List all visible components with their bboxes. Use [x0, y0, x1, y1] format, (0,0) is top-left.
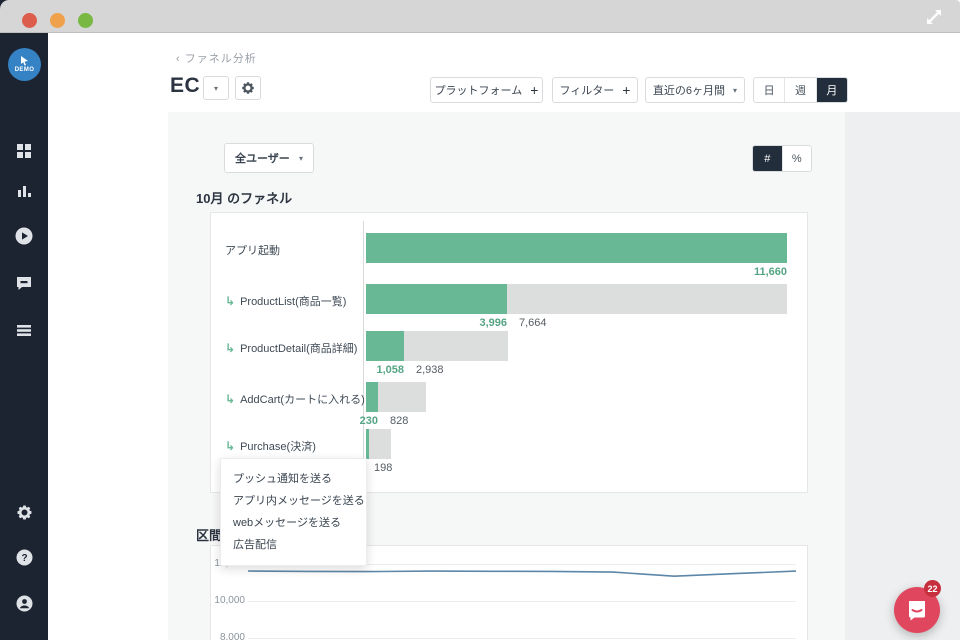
funnel-chart-card: アプリ起動 11,660 ↳ ProductList(商品一覧) 3,996 7,664 ↳… — [210, 212, 808, 493]
funnel-values: 1,058 2,938 — [366, 364, 787, 378]
unit-toggle: #% — [752, 145, 812, 172]
period-segmented-control: 日週月 — [753, 77, 848, 103]
workspace-logo[interactable]: DEMO — [8, 48, 41, 81]
list-icon[interactable] — [0, 313, 48, 347]
page-title: EC — [170, 74, 200, 98]
funnel-value-total: 828 — [390, 415, 408, 427]
funnel-title: 10月 のファネル — [196, 188, 292, 207]
titlebar — [0, 0, 960, 33]
funnel-bar-reached[interactable] — [366, 382, 378, 412]
funnel-bar-reached[interactable] — [366, 284, 507, 314]
funnel-stage-name: Purchase(決済) — [240, 441, 316, 453]
minimize-button[interactable] — [50, 13, 65, 28]
svg-text:?: ? — [21, 553, 27, 564]
section2-title: 区間 — [196, 525, 222, 544]
funnel-stage-label[interactable]: アプリ起動 — [225, 242, 280, 258]
funnel-stage-label[interactable]: ↳ ProductDetail(商品詳細) — [225, 340, 357, 356]
gear-icon[interactable] — [0, 495, 48, 529]
funnel-values: 11,660 — [366, 266, 787, 280]
funnel-stage-name: ProductList(商品一覧) — [240, 296, 346, 308]
chevron-down-icon: ▾ — [299, 154, 303, 163]
play-icon[interactable] — [0, 219, 48, 253]
period-tab-週[interactable]: 週 — [784, 78, 815, 102]
branch-arrow-icon: ↳ — [225, 341, 235, 355]
date-range-button[interactable]: 直近の6ヶ月間 ▾ — [645, 77, 745, 103]
funnel-bar-track — [366, 429, 391, 459]
right-gutter — [845, 112, 960, 640]
period-tab-日[interactable]: 日 — [754, 78, 784, 102]
date-range-label: 直近の6ヶ月間 — [653, 82, 725, 98]
chevron-down-icon: ▾ — [733, 86, 737, 95]
chat-bubble-icon — [906, 599, 928, 621]
chat-icon[interactable] — [0, 266, 48, 300]
filter-button-label: フィルター — [560, 82, 615, 98]
funnel-value-reached: 3,996 — [479, 317, 507, 329]
funnel-values: 198 — [366, 462, 787, 476]
trend-line — [248, 571, 796, 576]
context-menu-item[interactable]: webメッセージを送る — [233, 512, 354, 534]
sidebar: DEMO — [0, 33, 48, 640]
context-menu-item[interactable]: プッシュ通知を送る — [233, 468, 354, 490]
platform-button[interactable]: プラットフォーム + — [430, 77, 543, 103]
help-icon[interactable]: ? — [0, 540, 48, 574]
funnel-values: 230828 — [366, 415, 787, 429]
unit-toggle-count[interactable]: # — [753, 146, 782, 171]
funnel-stage-name: AddCart(カートに入れる) — [240, 394, 365, 406]
plus-icon: + — [622, 82, 630, 98]
context-menu: プッシュ通知を送るアプリ内メッセージを送るwebメッセージを送る広告配信 — [220, 458, 367, 566]
segment-dropdown-label: 全ユーザー — [235, 150, 290, 166]
funnel-value-reached: 230 — [360, 415, 378, 427]
funnel-values: 3,996 7,664 — [366, 317, 787, 331]
funnel-settings-button[interactable] — [235, 76, 261, 100]
funnel-value-total: 198 — [374, 462, 392, 474]
unit-toggle-percent[interactable]: % — [782, 146, 812, 171]
funnel-bar-reached[interactable] — [366, 331, 404, 361]
chat-badge: 22 — [924, 580, 941, 597]
cursor-icon — [19, 56, 30, 66]
funnel-stage-label[interactable]: ↳ ProductList(商品一覧) — [225, 293, 346, 309]
funnel-bar-reached[interactable] — [366, 429, 369, 459]
funnel-stage-name: ProductDetail(商品詳細) — [240, 343, 357, 355]
gear-icon — [241, 81, 255, 95]
platform-button-label: プラットフォーム — [435, 82, 523, 98]
funnel-bar-reached[interactable] — [366, 233, 787, 263]
back-chevron-icon[interactable]: ‹ — [176, 53, 181, 65]
breadcrumb[interactable]: ‹ ファネル分析 — [176, 50, 257, 66]
branch-arrow-icon: ↳ — [225, 294, 235, 308]
plus-icon: + — [530, 82, 538, 98]
period-tab-月[interactable]: 月 — [816, 78, 847, 102]
branch-arrow-icon: ↳ — [225, 392, 235, 406]
bar-chart-icon[interactable] — [0, 174, 48, 208]
funnel-value-total: 2,938 — [416, 364, 444, 376]
title-dropdown-button[interactable]: ▾ — [203, 76, 229, 100]
funnel-value-reached: 11,660 — [754, 266, 787, 278]
funnel-value-total: 7,664 — [519, 317, 547, 329]
user-icon[interactable] — [0, 586, 48, 620]
funnel-axis-line — [363, 221, 364, 471]
segment-dropdown[interactable]: 全ユーザー ▾ — [224, 143, 314, 173]
logo-text: DEMO — [15, 67, 35, 73]
context-menu-item[interactable]: 広告配信 — [233, 534, 354, 556]
close-button[interactable] — [22, 13, 37, 28]
funnel-stage-name: アプリ起動 — [225, 245, 280, 257]
funnel-stage-label[interactable]: ↳ AddCart(カートに入れる) — [225, 391, 365, 407]
chevron-down-icon: ▾ — [214, 84, 218, 93]
dashboard-icon[interactable] — [0, 134, 48, 168]
branch-arrow-icon: ↳ — [225, 439, 235, 453]
arrow-right-icon[interactable] — [0, 633, 48, 640]
context-menu-item[interactable]: アプリ内メッセージを送る — [233, 490, 354, 512]
filter-button[interactable]: フィルター + — [552, 77, 638, 103]
breadcrumb-label[interactable]: ファネル分析 — [185, 53, 257, 65]
expand-icon[interactable] — [922, 6, 946, 28]
funnel-value-reached: 1,058 — [376, 364, 404, 376]
funnel-stage-label[interactable]: ↳ Purchase(決済) — [225, 438, 316, 454]
zoom-button[interactable] — [78, 13, 93, 28]
